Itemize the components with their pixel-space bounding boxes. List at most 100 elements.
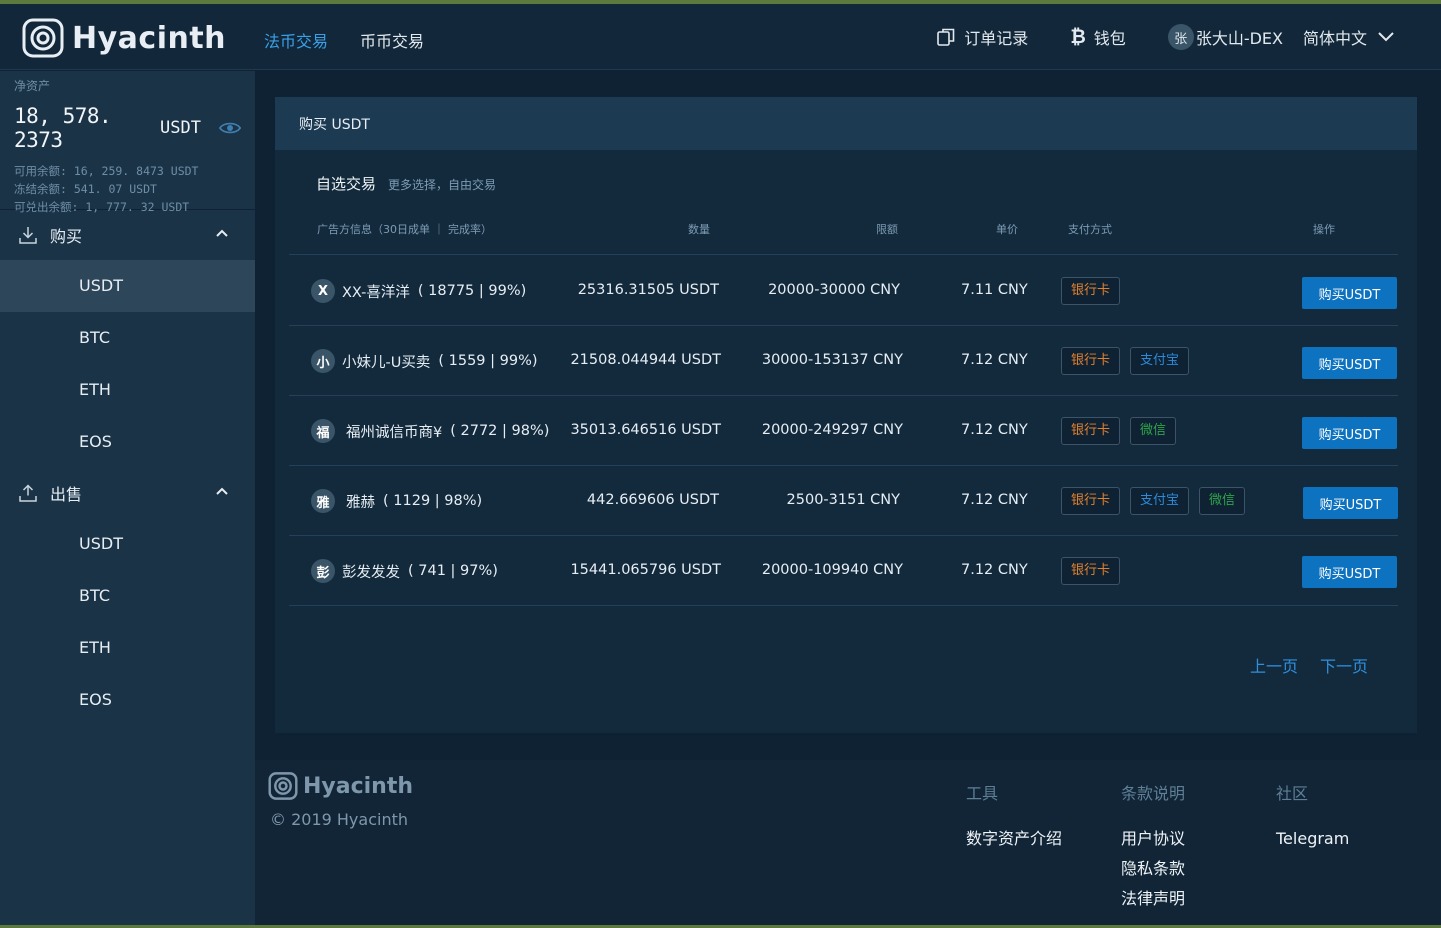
upload-icon (18, 483, 38, 503)
advertiser-stats: ( 2772 | 98%) (450, 423, 550, 439)
chevron-up-icon (216, 487, 228, 495)
payment-tag-bank: 银行卡 (1061, 347, 1121, 375)
limit-value: 30000-153137 CNY (761, 352, 903, 368)
sidebar-group-sell[interactable]: 出售 (0, 468, 255, 518)
brand-logo[interactable]: Hyacinth (22, 18, 226, 58)
table-row: 彭 彭发发发 ( 741 | 97%) 15441.065796 USDT 20… (289, 536, 1398, 606)
sidebar-group-buy-label: 购买 (50, 227, 83, 246)
advertiser-name: 福州诚信币商¥ (346, 424, 443, 441)
wallet-label: 钱包 (1093, 29, 1126, 48)
user-menu[interactable]: 张 张大山-DEX (1167, 24, 1283, 50)
footer-logo: Hyacinth (268, 772, 413, 800)
footer-col-tools: 工具 数字资产介绍 (966, 780, 1062, 854)
quantity-value: 25316.31505 USDT (577, 282, 719, 298)
logo-icon (22, 18, 64, 58)
footer-col-title: 条款说明 (1121, 784, 1186, 803)
sidebar-item-sell-btc[interactable]: BTC (0, 570, 255, 622)
col-limit: 限额 (876, 223, 898, 236)
advertiser-name: XX-喜洋洋 (342, 284, 410, 301)
advertiser-info[interactable]: X XX-喜洋洋 ( 18775 | 99%) (311, 279, 526, 303)
header-actions: 订单记录 ₿ 钱包 张 张大山-DEX 简体中文 (936, 24, 1395, 50)
payment-methods: 银行卡 微信 (1061, 417, 1177, 445)
quantity-value: 21508.044944 USDT (570, 352, 721, 368)
advertiser-stats: ( 1129 | 98%) (383, 493, 483, 509)
advertiser-info[interactable]: 小 小妹儿-U买卖 ( 1559 | 99%) (311, 349, 538, 373)
next-page-link[interactable]: 下一页 (1320, 653, 1368, 677)
limit-value: 20000-109940 CNY (761, 562, 903, 578)
payment-tag-wechat: 微信 (1130, 417, 1177, 445)
price-value: 7.12 CNY (961, 562, 1028, 578)
advertiser-info[interactable]: 雅 雅赫 ( 1129 | 98%) (311, 489, 482, 513)
footer-link-legal[interactable]: 法律声明 (1121, 884, 1185, 914)
advertiser-name: 小妹儿-U买卖 (342, 354, 431, 371)
sidebar-item-sell-usdt[interactable]: USDT (0, 518, 255, 570)
logo-icon (268, 772, 298, 800)
advertiser-stats: ( 741 | 97%) (408, 563, 498, 579)
advertiser-info[interactable]: 福 福州诚信币商¥ ( 2772 | 98%) (311, 419, 549, 443)
sidebar-item-sell-eos[interactable]: EOS (0, 674, 255, 726)
copyright: © 2019 Hyacinth (270, 810, 408, 829)
price-value: 7.12 CNY (961, 422, 1028, 438)
footer-col-terms: 条款说明 用户协议 隐私条款 法律声明 (1121, 780, 1185, 914)
col-payment: 支付方式 (1068, 223, 1112, 236)
quantity-value: 442.669606 USDT (586, 492, 719, 508)
language-label: 简体中文 (1302, 29, 1367, 48)
sidebar-item-buy-btc[interactable]: BTC (0, 312, 255, 364)
quantity-value: 35013.646516 USDT (570, 422, 721, 438)
sidebar-item-sell-eth[interactable]: ETH (0, 622, 255, 674)
sidebar-group-buy[interactable]: 购买 (0, 210, 255, 260)
buy-usdt-button[interactable]: 购买USDT (1302, 556, 1397, 588)
sidebar-item-buy-usdt[interactable]: USDT (0, 260, 255, 312)
nav-fiat-trade[interactable]: 法币交易 (264, 28, 328, 52)
price-value: 7.12 CNY (961, 492, 1028, 508)
table-row: X XX-喜洋洋 ( 18775 | 99%) 25316.31505 USDT… (289, 256, 1398, 326)
card-title: 购买 USDT (275, 97, 1417, 150)
footer-link-digital-assets[interactable]: 数字资产介绍 (966, 824, 1062, 854)
advertiser-avatar: 福 (311, 419, 335, 443)
advertiser-name: 彭发发发 (342, 564, 400, 581)
sidebar-group-sell-label: 出售 (50, 485, 83, 504)
sidebar-item-buy-eos[interactable]: EOS (0, 416, 255, 468)
advertiser-avatar: 彭 (311, 559, 335, 583)
footer-link-privacy[interactable]: 隐私条款 (1121, 854, 1185, 884)
net-asset-total: 18, 578. 2373 USDT (14, 104, 241, 152)
price-value: 7.12 CNY (961, 352, 1028, 368)
prev-page-link[interactable]: 上一页 (1250, 653, 1298, 677)
buy-usdt-button[interactable]: 购买USDT (1302, 277, 1397, 309)
chevron-down-icon (1378, 32, 1394, 42)
footer-link-user-agreement[interactable]: 用户协议 (1121, 824, 1185, 854)
footer: Hyacinth © 2019 Hyacinth 工具 数字资产介绍 条款说明 … (255, 760, 1441, 928)
asset-summary: 净资产 18, 578. 2373 USDT 可用余额: 16, 259. 84… (0, 71, 255, 214)
advertiser-info[interactable]: 彭 彭发发发 ( 741 | 97%) (311, 559, 498, 583)
sidebar-item-buy-eth[interactable]: ETH (0, 364, 255, 416)
wallet-link[interactable]: ₿ 钱包 (1070, 25, 1126, 49)
price-value: 7.11 CNY (961, 282, 1028, 298)
advertiser-stats: ( 1559 | 99%) (438, 353, 538, 369)
limit-value: 2500-3151 CNY (786, 492, 900, 508)
buy-usdt-button[interactable]: 购买USDT (1303, 487, 1398, 519)
payment-methods: 银行卡 支付宝 (1061, 347, 1190, 375)
table-row: 雅 雅赫 ( 1129 | 98%) 442.669606 USDT 2500-… (289, 466, 1398, 536)
eye-icon[interactable] (218, 120, 241, 136)
buy-usdt-button[interactable]: 购买USDT (1302, 347, 1397, 379)
sidebar: 净资产 18, 578. 2373 USDT 可用余额: 16, 259. 84… (0, 71, 255, 928)
footer-brand: Hyacinth (303, 773, 414, 799)
available-balance: 可用余额: 16, 259. 8473 USDT (14, 164, 199, 178)
footer-link-telegram[interactable]: Telegram (1276, 824, 1349, 854)
quantity-value: 15441.065796 USDT (570, 562, 721, 578)
buy-usdt-button[interactable]: 购买USDT (1302, 417, 1397, 449)
download-icon (18, 225, 38, 245)
advertiser-stats: ( 18775 | 99%) (417, 283, 527, 299)
advertiser-avatar: 小 (311, 349, 335, 373)
payment-tag-bank: 银行卡 (1061, 487, 1121, 515)
language-select[interactable]: 简体中文 (1303, 25, 1395, 49)
payment-tag-bank: 银行卡 (1061, 277, 1121, 305)
chevron-up-icon (216, 229, 228, 237)
footer-col-title: 工具 (966, 784, 999, 803)
advertiser-name: 雅赫 (346, 494, 375, 511)
orders-link[interactable]: 订单记录 (936, 25, 1028, 49)
nav-coin-trade[interactable]: 币币交易 (360, 28, 424, 52)
section-header: 自选交易 更多选择，自由交易 (316, 173, 496, 194)
payment-tag-alipay: 支付宝 (1130, 487, 1190, 515)
bitcoin-icon: ₿ (1070, 25, 1086, 48)
